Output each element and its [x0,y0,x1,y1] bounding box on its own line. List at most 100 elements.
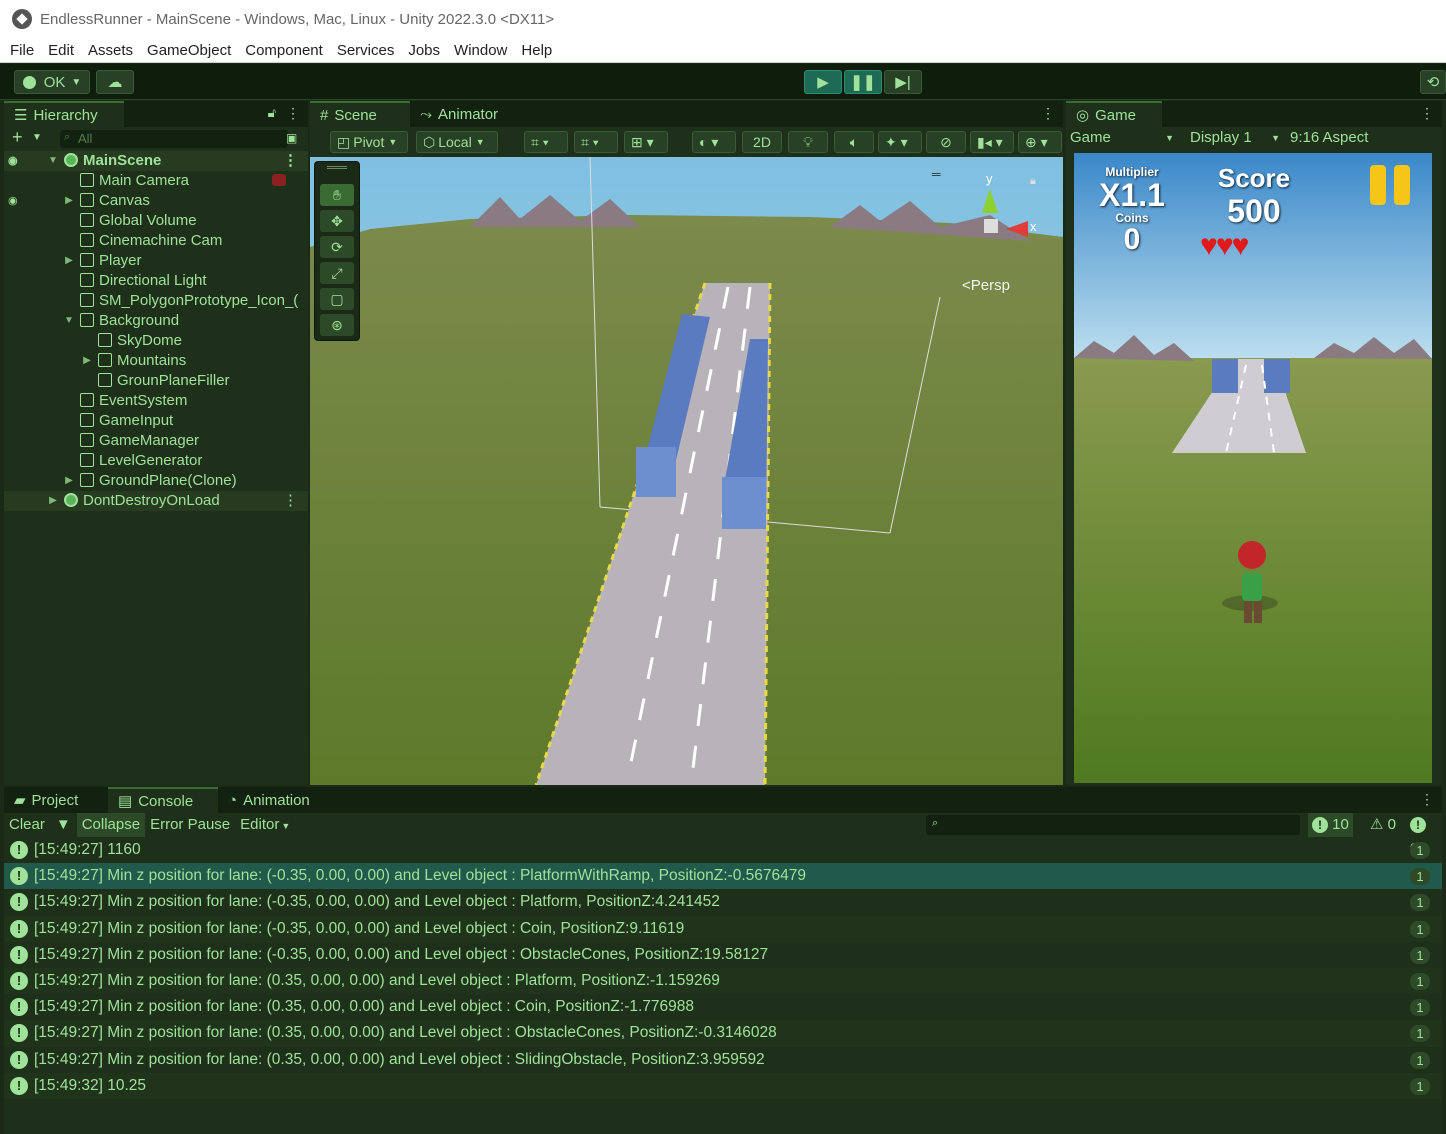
menu-help[interactable]: Help [521,42,552,59]
log-entry[interactable]: ! [15:49:27] 1160 1 [4,837,1442,863]
pause-button[interactable]: ❚❚ [844,70,882,94]
increment-snap-button[interactable]: ⌗ ▾ [574,131,618,153]
drag-handle-icon[interactable] [327,166,347,169]
orientation-gizmo[interactable]: y x 🔒︎ ═ [932,167,1046,271]
expand-arrow-icon[interactable]: ▶ [64,251,74,271]
persp-label[interactable]: <Persp [962,277,1010,294]
expand-arrow-icon[interactable]: ▶ [82,351,92,371]
camera-settings-button[interactable]: ▮◂ ▾ [970,131,1014,153]
menu-gameobject[interactable]: GameObject [147,42,231,59]
warn-count-toggle[interactable]: ⚠ 0 [1366,813,1400,837]
log-entry[interactable]: ! [15:49:27] Min z position for lane: (-0… [4,889,1442,915]
expand-arrow-icon[interactable]: ▶ [64,471,74,491]
tree-item-main-camera[interactable]: Main Camera [4,171,308,191]
menu-jobs[interactable]: Jobs [408,42,440,59]
step-button[interactable]: ▶| [884,70,922,94]
tree-item-canvas[interactable]: ◉ ▶ Canvas [4,191,308,211]
log-entry[interactable]: ! [15:49:27] Min z position for lane: (0.… [4,967,1442,995]
more-icon[interactable]: ⋮ [283,491,298,511]
scene-visibility-icon[interactable]: ▣ [286,131,297,145]
add-icon[interactable]: + [12,127,23,148]
expand-arrow-icon[interactable]: ▶ [48,491,58,511]
log-entry[interactable]: ! [15:49:27] Min z position for lane: (-0… [4,942,1442,968]
clear-button[interactable]: Clear [4,813,50,837]
tab-console[interactable]: ▤ Console [108,787,218,813]
rotate-tool-button[interactable]: ⟳ [320,236,354,258]
lighting-button[interactable]: 💡︎ [788,131,828,153]
console-search-input[interactable]: ⌕ [926,815,1300,835]
tree-item-dontdestroyonload[interactable]: ▶ DontDestroyOnLoad ⋮ [4,491,308,511]
tab-hierarchy[interactable]: ☰ Hierarchy [4,101,124,127]
game-viewport[interactable]: Multiplier X1.1 Coins 0 Score 500 ♥♥♥ [1074,153,1432,783]
tree-item-levelgenerator[interactable]: LevelGenerator [4,451,308,471]
info-count-toggle[interactable]: ! 10 [1308,813,1353,837]
tree-item-mountains[interactable]: ▶ Mountains [4,351,308,371]
gizmo-menu-icon[interactable]: ═ [932,167,941,181]
menu-file[interactable]: File [10,42,34,59]
menu-assets[interactable]: Assets [88,42,133,59]
tree-item-background[interactable]: ▼ Background [4,311,308,331]
more-icon[interactable]: ⋮ [1420,105,1434,122]
collapse-button[interactable]: Collapse [76,813,146,837]
log-entry[interactable]: ! [15:49:32] 10.25 1 [4,1072,1442,1099]
tab-scene[interactable]: # Scene [310,101,410,127]
game-mode-dropdown[interactable]: Game ▼ [1070,129,1174,146]
play-button[interactable]: ▶ [804,70,842,94]
effects-button[interactable]: ✦ ▾ [878,131,922,153]
pivot-dropdown[interactable]: ◰ Pivot ▼ [330,131,408,153]
tree-item-global-volume[interactable]: Global Volume [4,211,308,231]
tab-project[interactable]: ▰ Project [4,787,108,813]
tree-item-grounplanefiller[interactable]: GrounPlaneFiller [4,371,308,391]
tree-item-sm-polygon[interactable]: SM_PolygonPrototype_Icon_( [4,291,308,311]
tab-animator[interactable]: ⤳ Animator [410,101,512,127]
hidden-objects-button[interactable]: ⊘ [926,131,966,153]
rect-tool-button[interactable]: ▢ [320,288,354,310]
tree-item-mainscene[interactable]: ◉ ▼ MainScene ⋮ [4,151,308,171]
tree-item-player[interactable]: ▶ Player [4,251,308,271]
tree-item-eventsystem[interactable]: EventSystem [4,391,308,411]
menu-component[interactable]: Component [245,42,323,59]
gizmo-lock-icon[interactable]: 🔒︎ [1030,175,1036,188]
scene-viewport[interactable]: ✋︎ ✥ ⟳ ⤢ ▢ ⊛ y x 🔒︎ ═ <Persp [310,157,1063,785]
more-icon[interactable]: ⋮ [1420,791,1434,808]
log-entry[interactable]: ! [15:49:27] Min z position for lane: (0.… [4,1047,1442,1073]
editor-dropdown[interactable]: Editor ▼ [235,813,295,837]
display-dropdown[interactable]: Display 1 ▼ [1190,129,1280,146]
audio-button[interactable]: 🔈︎ [834,131,874,153]
tree-item-directional-light[interactable]: Directional Light [4,271,308,291]
lock-icon[interactable]: 🔓︎ [268,105,276,121]
gizmos-button[interactable]: ⊕ ▾ [1018,131,1062,153]
tree-item-gamemanager[interactable]: GameManager [4,431,308,451]
expand-arrow-icon[interactable]: ▼ [64,311,74,331]
more-icon[interactable]: ⋮ [286,105,300,122]
history-button[interactable]: ⟲ [1420,70,1446,94]
local-dropdown[interactable]: ⬡ Local ▼ [416,131,498,153]
move-tool-button[interactable]: ✥ [320,210,354,232]
visibility-icon[interactable]: ◉ [8,191,18,211]
aspect-dropdown[interactable]: 9:16 Aspect [1290,129,1430,146]
hand-tool-button[interactable]: ✋︎ [320,184,354,206]
expand-arrow-icon[interactable]: ▶ [64,191,74,211]
transform-tool-button[interactable]: ⊛ [320,314,354,336]
menu-window[interactable]: Window [454,42,507,59]
scale-tool-button[interactable]: ⤢ [320,262,354,284]
ruler-button[interactable]: ⊞ ▾ [624,131,668,153]
log-entry[interactable]: ! [15:49:27] Min z position for lane: (-0… [4,863,1442,890]
chevron-down-icon[interactable]: ▼ [32,132,42,143]
pause-game-button[interactable] [1370,165,1414,207]
tree-item-gameinput[interactable]: GameInput [4,411,308,431]
expand-arrow-icon[interactable]: ▼ [48,151,58,171]
account-button[interactable]: OK ▼ [14,70,90,94]
grid-snap-button[interactable]: ⌗ ▾ [524,131,568,153]
menu-services[interactable]: Services [337,42,395,59]
log-entry[interactable]: ! [15:49:27] Min z position for lane: (-0… [4,915,1442,942]
mode-2d-button[interactable]: 2D [742,131,782,153]
error-count-toggle[interactable]: ! 0 [1406,813,1442,857]
log-entry[interactable]: ! [15:49:27] Min z position for lane: (0.… [4,994,1442,1020]
tree-item-groundplane-clone[interactable]: ▶ GroundPlane(Clone) [4,471,308,491]
tab-animation[interactable]: ◔ Animation [218,787,324,813]
log-entry[interactable]: ! [15:49:27] Min z position for lane: (0.… [4,1020,1442,1047]
cloud-button[interactable]: ☁ [96,70,134,94]
tab-game[interactable]: ◎ Game [1066,101,1162,127]
error-pause-button[interactable]: Error Pause [145,813,235,837]
